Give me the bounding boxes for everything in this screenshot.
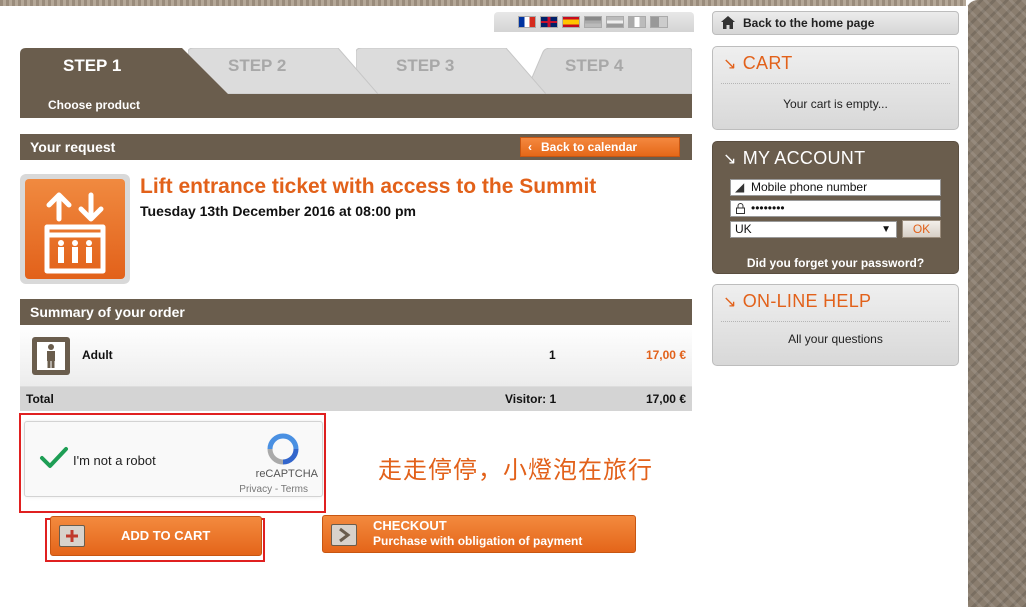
recaptcha-brand: reCAPTCHA bbox=[255, 468, 318, 480]
tab-step-4-label: STEP 4 bbox=[565, 56, 624, 75]
lock-icon bbox=[736, 203, 745, 214]
order-item-label: Adult bbox=[82, 348, 113, 362]
country-value: UK bbox=[735, 222, 752, 236]
checkout-sublabel: Purchase with obligation of payment bbox=[373, 534, 583, 548]
product-title: Lift entrance ticket with access to the … bbox=[140, 175, 597, 198]
back-to-calendar-button[interactable]: ‹ Back to calendar bbox=[520, 137, 680, 157]
back-to-home-label: Back to the home page bbox=[743, 16, 875, 30]
dropdown-arrow-icon: ▼ bbox=[881, 224, 891, 235]
recaptcha-widget: I'm not a robot reCAPTCHA Privacy - Term… bbox=[24, 421, 323, 497]
order-item-quantity: 1 bbox=[549, 348, 556, 362]
tab-step-1-label: STEP 1 bbox=[63, 56, 122, 75]
tab-step-1-shape bbox=[20, 48, 228, 94]
my-account-heading: ↘ MY ACCOUNT bbox=[723, 148, 865, 169]
step-1-subtitle: Choose product bbox=[48, 98, 140, 112]
flag-italian-icon[interactable] bbox=[628, 16, 646, 28]
tab-step-4: STEP 4 bbox=[525, 48, 692, 94]
arrow-right-icon bbox=[331, 524, 357, 546]
tab-step-1: STEP 1 bbox=[20, 48, 232, 94]
phone-icon: ◢ bbox=[735, 180, 745, 194]
cart-heading: ↘ CART bbox=[723, 53, 793, 74]
total-price: 17,00 € bbox=[645, 392, 686, 406]
request-title: Your request bbox=[30, 139, 116, 155]
order-item-row: Adult 1 17,00 € bbox=[20, 325, 692, 387]
checkout-button[interactable]: CHECKOUT Purchase with obligation of pay… bbox=[322, 515, 636, 553]
elevator-glyph-icon bbox=[44, 192, 106, 274]
order-item-price: 17,00 € bbox=[645, 348, 686, 362]
plus-icon bbox=[59, 525, 85, 547]
back-to-calendar-label: Back to calendar bbox=[541, 140, 638, 154]
adult-person-icon bbox=[32, 337, 70, 375]
checkmark-icon[interactable] bbox=[39, 446, 69, 470]
watermark-text: 走走停停，小燈泡在旅行 bbox=[378, 456, 653, 484]
add-to-cart-label: ADD TO CART bbox=[121, 528, 211, 543]
online-help-panel: ↘ ON-LINE HELP All your questions bbox=[712, 284, 959, 366]
background-pattern bbox=[966, 0, 1026, 607]
cart-title: CART bbox=[742, 53, 793, 73]
step-tabs: STEP 4 STEP 3 STEP 2 STEP 1 Choose produ… bbox=[20, 48, 692, 118]
help-divider bbox=[721, 321, 950, 322]
online-help-heading: ↘ ON-LINE HELP bbox=[723, 291, 871, 312]
flag-german-icon[interactable] bbox=[584, 16, 602, 28]
product-date: Tuesday 13th December 2016 at 08:00 pm bbox=[140, 203, 416, 219]
lift-ticket-icon bbox=[20, 174, 130, 284]
back-to-home-button[interactable]: Back to the home page bbox=[712, 11, 959, 35]
password-value: •••••••• bbox=[751, 201, 785, 215]
cart-divider bbox=[721, 83, 950, 84]
phone-placeholder: Mobile phone number bbox=[751, 180, 868, 194]
language-selector bbox=[494, 12, 694, 32]
tab-step-3-label: STEP 3 bbox=[396, 56, 455, 75]
checkout-label: CHECKOUT bbox=[373, 518, 447, 533]
phone-input[interactable]: ◢ Mobile phone number bbox=[730, 179, 941, 196]
flag-spanish-icon[interactable] bbox=[562, 16, 580, 28]
total-label: Total bbox=[26, 392, 54, 406]
tab-step-2-label: STEP 2 bbox=[228, 56, 287, 75]
recaptcha-links[interactable]: Privacy - Terms bbox=[239, 484, 308, 495]
recaptcha-logo-icon bbox=[267, 433, 299, 465]
chevron-left-icon: ‹ bbox=[528, 140, 532, 154]
home-icon bbox=[721, 16, 735, 29]
cart-empty-text: Your cart is empty... bbox=[783, 97, 888, 111]
country-select[interactable]: UK ▼ bbox=[730, 221, 897, 238]
flag-french-icon[interactable] bbox=[518, 16, 536, 28]
recaptcha-label: I'm not a robot bbox=[73, 453, 156, 468]
arrow-down-right-icon: ↘ bbox=[723, 151, 737, 168]
elevator-icon bbox=[25, 179, 125, 279]
cart-panel: ↘ CART Your cart is empty... bbox=[712, 46, 959, 130]
my-account-title: MY ACCOUNT bbox=[742, 148, 866, 168]
tab-step-3: STEP 3 bbox=[356, 48, 546, 94]
add-to-cart-button[interactable]: ADD TO CART bbox=[50, 516, 262, 556]
flag-english-icon[interactable] bbox=[540, 16, 558, 28]
online-help-title[interactable]: ON-LINE HELP bbox=[743, 291, 872, 311]
forgot-password-link[interactable]: Did you forget your password? bbox=[713, 256, 958, 270]
arrow-down-right-icon: ↘ bbox=[723, 294, 737, 311]
summary-title: Summary of your order bbox=[30, 304, 185, 320]
flag-dutch-icon[interactable] bbox=[606, 16, 624, 28]
password-input[interactable]: •••••••• bbox=[730, 200, 941, 217]
order-total-row: Total Visitor: 1 17,00 € bbox=[20, 387, 692, 411]
arrow-down-right-icon: ↘ bbox=[723, 56, 737, 73]
login-ok-button[interactable]: OK bbox=[902, 220, 941, 238]
flag-other-icon[interactable] bbox=[650, 16, 668, 28]
help-link[interactable]: All your questions bbox=[713, 332, 958, 346]
visitor-count: Visitor: 1 bbox=[505, 392, 557, 406]
summary-bar: Summary of your order bbox=[20, 299, 692, 325]
